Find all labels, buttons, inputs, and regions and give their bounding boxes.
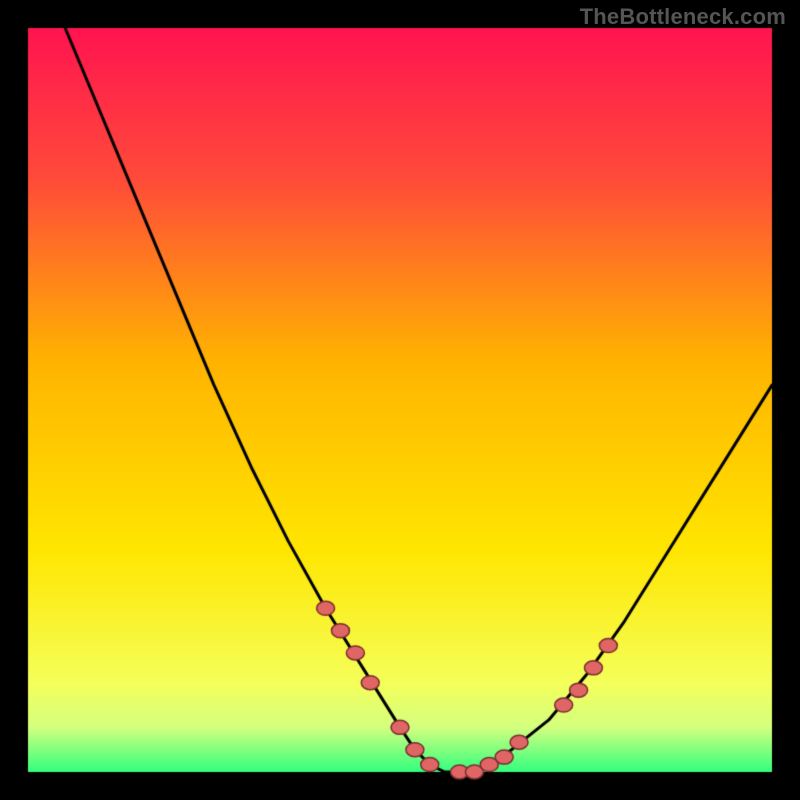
bottleneck-chart-canvas bbox=[0, 0, 800, 800]
chart-stage: TheBottleneck.com bbox=[0, 0, 800, 800]
watermark-label: TheBottleneck.com bbox=[580, 4, 786, 30]
